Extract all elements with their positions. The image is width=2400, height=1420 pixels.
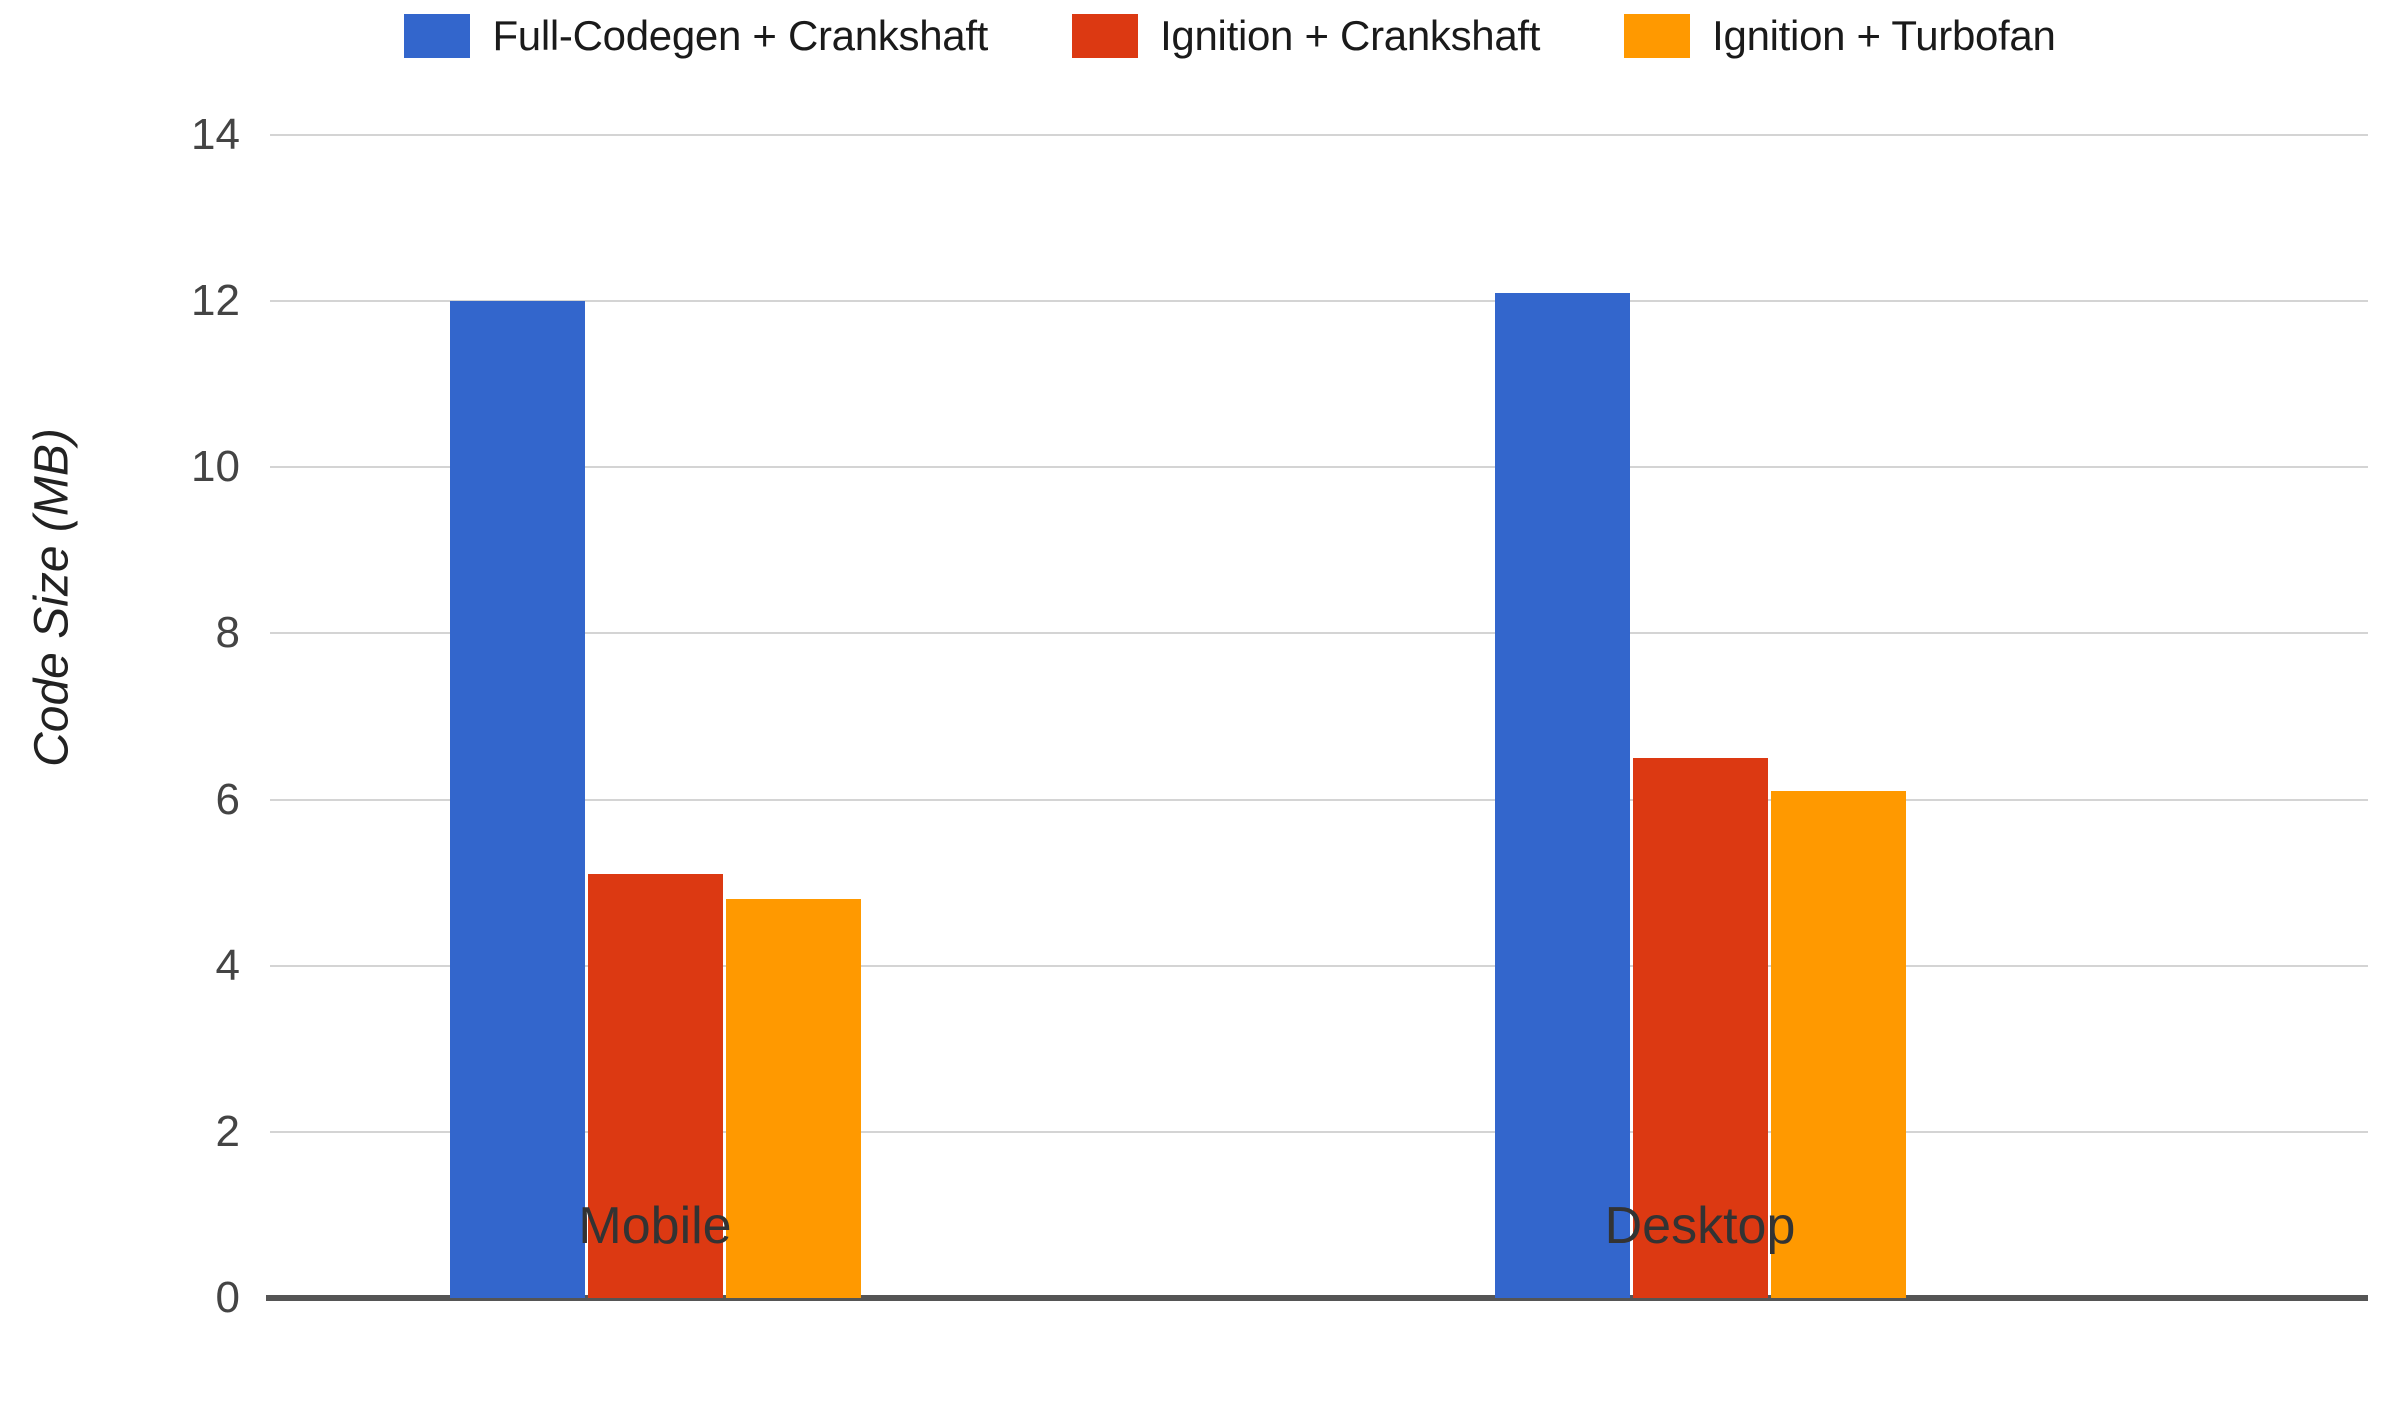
legend-item-ignition-turbofan[interactable]: Ignition + Turbofan [1624, 12, 2056, 60]
legend-label-series-1: Ignition + Crankshaft [1160, 12, 1541, 59]
chart-legend: Full-Codegen + Crankshaft Ignition + Cra… [0, 0, 2400, 72]
bar-desktop-series-0[interactable] [1494, 292, 1630, 1298]
x-axis-category-label-desktop: Desktop [1604, 1197, 1796, 1255]
plot-area [266, 134, 2368, 1301]
y-axis-tick-label: 4 [215, 940, 240, 990]
legend-swatch-icon-series-1 [1072, 14, 1139, 58]
x-axis-category-label-mobile: Mobile [578, 1197, 732, 1255]
legend-item-ignition-crankshaft[interactable]: Ignition + Crankshaft [1072, 12, 1540, 60]
gridline [270, 798, 2368, 801]
y-axis-tick-label: 6 [215, 774, 240, 824]
gridline [270, 300, 2368, 303]
y-axis-tick-label: 14 [191, 110, 240, 159]
legend-label-series-0: Full-Codegen + Crankshaft [492, 12, 989, 59]
y-axis-tick-label: 12 [191, 276, 240, 326]
y-axis-tick-label: 8 [215, 608, 240, 658]
legend-item-full-codegen-crankshaft[interactable]: Full-Codegen + Crankshaft [404, 12, 988, 60]
gridline [270, 964, 2368, 967]
bar-mobile-series-0[interactable] [449, 301, 585, 1298]
bar-mobile-series-2[interactable] [725, 899, 861, 1298]
y-axis-title: Code Size (MB) [25, 428, 79, 767]
y-axis-tick-label: 0 [215, 1273, 240, 1322]
gridline [270, 1130, 2368, 1133]
gridline [270, 466, 2368, 469]
y-axis-tick-label: 2 [215, 1106, 240, 1156]
bar-chart: Full-Codegen + Crankshaft Ignition + Cra… [0, 0, 2400, 1420]
y-axis-tick-label: 10 [191, 442, 240, 492]
gridline [270, 134, 2368, 136]
legend-swatch-icon-series-2 [1624, 14, 1691, 58]
legend-swatch-icon-series-0 [404, 14, 471, 58]
legend-label-series-2: Ignition + Turbofan [1712, 12, 2056, 59]
gridline [270, 632, 2368, 635]
